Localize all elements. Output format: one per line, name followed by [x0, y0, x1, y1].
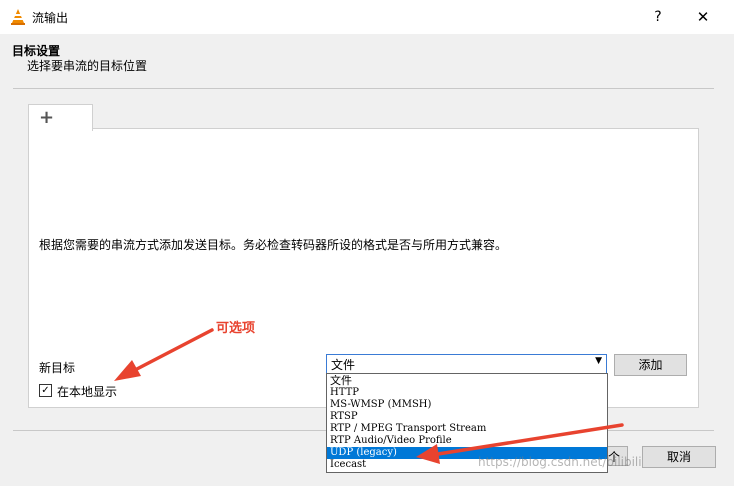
dropdown-option[interactable]: RTP Audio/Video Profile [327, 435, 607, 447]
destination-select[interactable]: 文件 ▼ [326, 354, 607, 374]
page-subtitle: 选择要串流的目标位置 [27, 59, 148, 73]
annotation-label: 可选项 [216, 321, 256, 336]
watermark: https://blog.csdn.net/bilibili [478, 455, 642, 469]
destination-panel: 根据您需要的串流方式添加发送目标。务必检查转码器所设的格式是否与所用方式兼容。 … [28, 128, 699, 408]
display-locally-checkbox[interactable]: ✓ [39, 384, 52, 397]
cancel-button[interactable]: 取消 [642, 446, 716, 468]
tab-add-destination[interactable]: + [28, 104, 93, 131]
vlc-cone-icon [11, 9, 25, 25]
help-button[interactable]: ? [645, 4, 671, 30]
instruction-text: 根据您需要的串流方式添加发送目标。务必检查转码器所设的格式是否与所用方式兼容。 [39, 238, 508, 252]
title-bar: 流输出 ? ✕ [0, 0, 734, 34]
add-button[interactable]: 添加 [614, 354, 687, 376]
select-value: 文件 [331, 358, 356, 372]
dropdown-option[interactable]: MS-WMSP (MMSH) [327, 399, 607, 411]
plus-icon: + [39, 107, 55, 128]
window-title: 流输出 [32, 11, 69, 25]
dropdown-option[interactable]: RTP / MPEG Transport Stream [327, 423, 607, 435]
close-button[interactable]: ✕ [690, 4, 716, 30]
new-target-label: 新目标 [39, 361, 76, 375]
header-divider [13, 88, 714, 89]
display-locally-label: 在本地显示 [57, 385, 118, 399]
dropdown-option[interactable]: 文件 [327, 375, 607, 387]
dropdown-option[interactable]: HTTP [327, 387, 607, 399]
dropdown-option[interactable]: RTSP [327, 411, 607, 423]
chevron-down-icon: ▼ [595, 356, 602, 366]
